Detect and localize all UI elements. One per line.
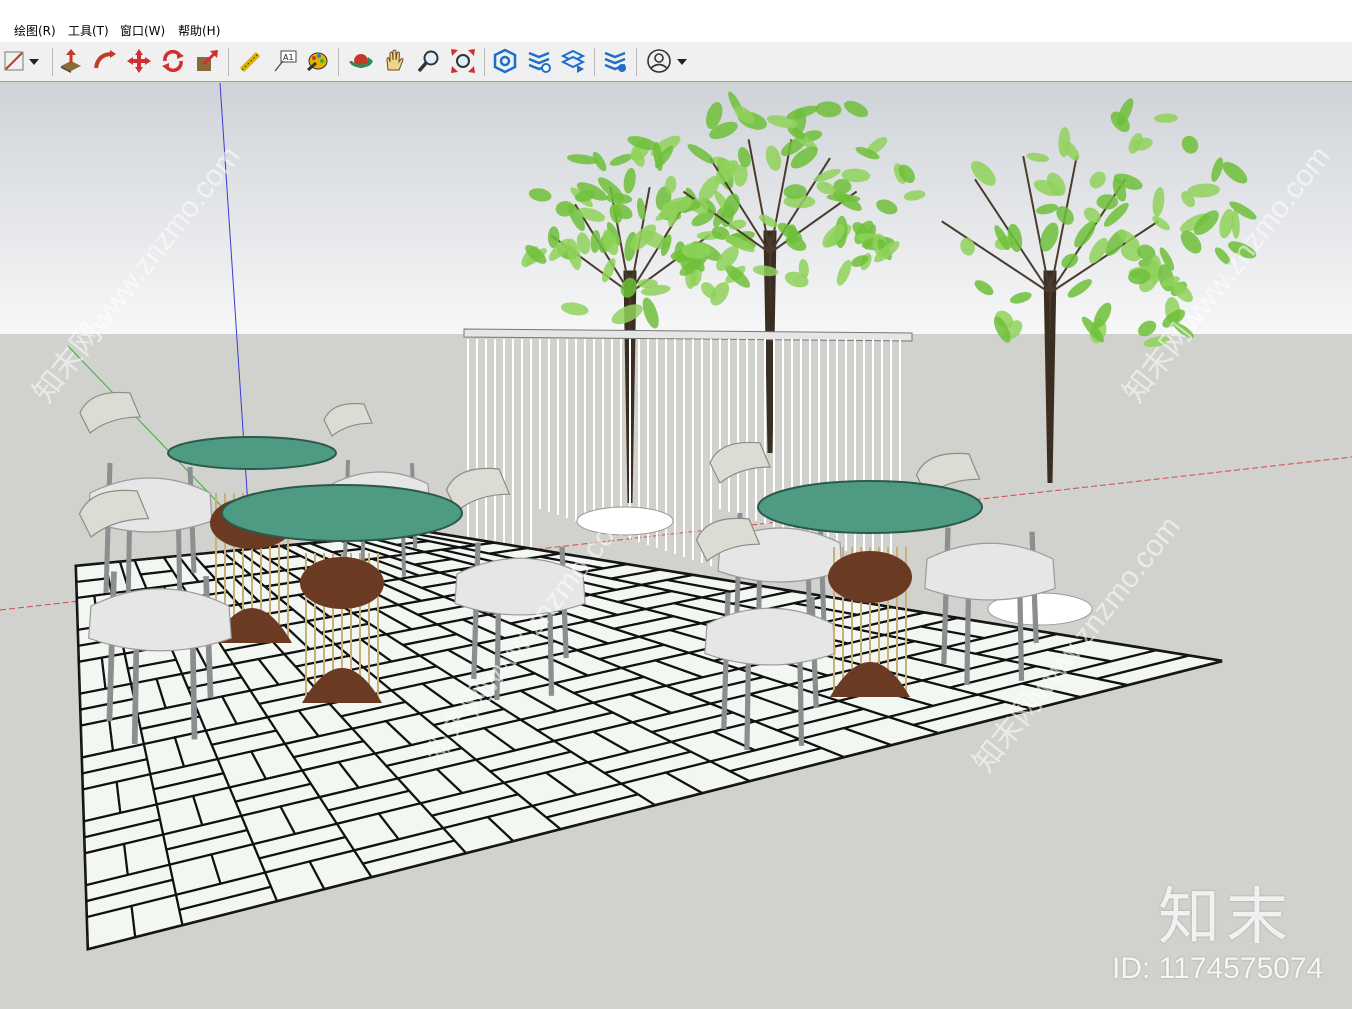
table-bowl xyxy=(828,551,912,603)
watermark-id: ID: 1174575074 xyxy=(1112,952,1324,985)
watermark-brand: 知末 xyxy=(1158,880,1295,953)
scale-icon[interactable] xyxy=(192,46,222,76)
table-top xyxy=(757,480,983,534)
tape-measure-icon[interactable] xyxy=(236,46,266,76)
svg-text:A1: A1 xyxy=(283,53,294,62)
paint-bucket-icon[interactable] xyxy=(302,46,332,76)
model-viewport[interactable]: 知末网www.znzmo.com 知末网www.znzmo.com 知末网www… xyxy=(0,83,1352,1009)
extension-manager-icon[interactable] xyxy=(600,46,630,76)
chair-seat xyxy=(88,588,232,652)
pan-icon[interactable] xyxy=(380,46,410,76)
main-toolbar: A1 xyxy=(0,42,1352,82)
zoom-icon[interactable] xyxy=(414,46,444,76)
zoom-extents-icon[interactable] xyxy=(448,46,478,76)
foliage-cluster xyxy=(1096,194,1119,210)
dropdown-arrow-icon[interactable] xyxy=(24,46,44,76)
toolbar-separator xyxy=(338,48,339,76)
warehouse-icon[interactable] xyxy=(490,46,520,76)
foliage-cluster xyxy=(637,278,658,289)
push-pull-icon[interactable] xyxy=(56,46,86,76)
toolbar-separator xyxy=(484,48,485,76)
menu-tools[interactable]: 工具(T) xyxy=(68,24,109,38)
account-icon[interactable] xyxy=(644,46,674,76)
account-dropdown-icon[interactable] xyxy=(672,46,692,76)
move-icon[interactable] xyxy=(124,46,154,76)
toolbar-separator xyxy=(594,48,595,76)
menu-bar: 绘图(R) 工具(T) 窗口(W) 帮助(H) xyxy=(0,0,1352,42)
follow-me-icon[interactable] xyxy=(90,46,120,76)
table-top xyxy=(221,484,463,542)
tree-trunk xyxy=(1043,270,1057,484)
chair-seat xyxy=(924,542,1056,601)
rotate-icon[interactable] xyxy=(158,46,188,76)
toolbar-separator xyxy=(52,48,53,76)
text-icon[interactable]: A1 xyxy=(270,46,300,76)
extension-icon[interactable] xyxy=(524,46,554,76)
table-bowl xyxy=(300,557,384,609)
orbit-icon[interactable] xyxy=(346,46,376,76)
layers-icon[interactable] xyxy=(558,46,588,76)
chair-seat xyxy=(704,607,836,666)
menu-help[interactable]: 帮助(H) xyxy=(178,24,220,38)
menu-draw[interactable]: 绘图(R) xyxy=(14,24,56,38)
menu-window[interactable]: 窗口(W) xyxy=(120,24,165,38)
toolbar-separator xyxy=(228,48,229,76)
table-top xyxy=(167,436,337,470)
toolbar-separator xyxy=(636,48,637,76)
